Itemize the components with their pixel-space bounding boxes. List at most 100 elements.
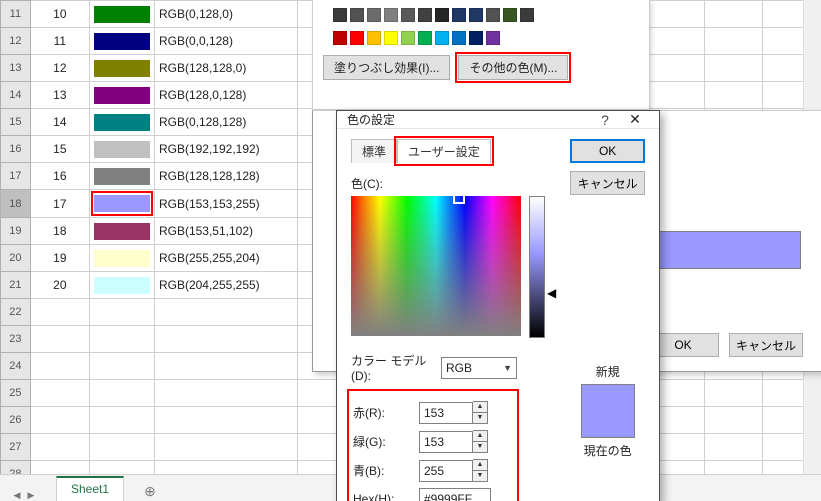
palette-swatch[interactable] (367, 8, 381, 22)
cell-swatch[interactable] (89, 1, 154, 28)
row-header[interactable]: 21 (1, 272, 31, 299)
chevron-left-icon[interactable]: ◀ (12, 490, 22, 501)
tab-standard[interactable]: 標準 (351, 139, 397, 163)
cell-num[interactable] (30, 299, 89, 326)
palette-swatch[interactable] (486, 31, 500, 45)
tab-scroll-buttons[interactable]: ◀ ▶ (0, 490, 44, 501)
cell-rgb-text[interactable] (154, 434, 297, 461)
luminance-slider[interactable] (529, 196, 545, 338)
cell-rgb-text[interactable] (154, 380, 297, 407)
palette-swatch[interactable] (401, 8, 415, 22)
cell-rgb-text[interactable]: RGB(153,51,102) (154, 218, 297, 245)
cell-rgb-text[interactable] (154, 326, 297, 353)
palette-swatch[interactable] (520, 8, 534, 22)
palette-swatch[interactable] (333, 8, 347, 22)
cell-empty[interactable] (704, 55, 762, 82)
cell-rgb-text[interactable]: RGB(153,153,255) (154, 190, 297, 218)
cell-rgb-text[interactable]: RGB(128,128,128) (154, 163, 297, 190)
cell-empty[interactable] (704, 380, 762, 407)
cell-rgb-text[interactable]: RGB(128,0,128) (154, 82, 297, 109)
cell-num[interactable]: 18 (30, 218, 89, 245)
cell-empty[interactable] (704, 407, 762, 434)
palette-swatch[interactable] (452, 8, 466, 22)
row-header[interactable]: 17 (1, 163, 31, 190)
cell-num[interactable]: 12 (30, 55, 89, 82)
green-spinner[interactable]: ▲▼ (473, 430, 488, 453)
dialog-titlebar[interactable]: 色の設定 ? ✕ (337, 111, 659, 129)
cell-swatch[interactable] (89, 136, 154, 163)
cell-swatch[interactable] (89, 299, 154, 326)
cell-num[interactable]: 10 (30, 1, 89, 28)
cell-num[interactable]: 19 (30, 245, 89, 272)
cell-num[interactable] (30, 380, 89, 407)
cell-empty[interactable] (646, 55, 704, 82)
palette-swatch[interactable] (486, 8, 500, 22)
red-input[interactable]: 153 (419, 402, 473, 424)
picker-crosshair-icon[interactable] (453, 192, 465, 204)
cell-num[interactable] (30, 407, 89, 434)
row-header[interactable]: 13 (1, 55, 31, 82)
cell-swatch[interactable] (89, 163, 154, 190)
cell-rgb-text[interactable]: RGB(204,255,255) (154, 272, 297, 299)
cell-num[interactable]: 11 (30, 28, 89, 55)
palette-swatch[interactable] (418, 31, 432, 45)
cell-num[interactable] (30, 353, 89, 380)
cell-rgb-text[interactable]: RGB(0,128,0) (154, 1, 297, 28)
outer-cancel-button[interactable]: キャンセル (729, 333, 803, 357)
blue-input[interactable]: 255 (419, 460, 473, 482)
cell-num[interactable] (30, 434, 89, 461)
palette-swatch[interactable] (418, 8, 432, 22)
cell-rgb-text[interactable] (154, 407, 297, 434)
cell-swatch[interactable] (89, 82, 154, 109)
row-header[interactable]: 15 (1, 109, 31, 136)
row-header[interactable]: 19 (1, 218, 31, 245)
cell-empty[interactable] (704, 434, 762, 461)
close-button[interactable]: ✕ (619, 111, 651, 128)
palette-swatch[interactable] (333, 31, 347, 45)
blue-stepper[interactable]: 255 ▲▼ (419, 459, 497, 482)
row-header[interactable]: 20 (1, 245, 31, 272)
cell-swatch[interactable] (89, 190, 154, 218)
row-header[interactable]: 23 (1, 326, 31, 353)
tab-custom[interactable]: ユーザー設定 (397, 139, 491, 163)
cell-empty[interactable] (646, 82, 704, 109)
palette-swatch[interactable] (469, 31, 483, 45)
red-stepper[interactable]: 153 ▲▼ (419, 401, 497, 424)
hue-sat-picker[interactable] (351, 196, 521, 336)
cell-num[interactable]: 13 (30, 82, 89, 109)
cell-swatch[interactable] (89, 326, 154, 353)
cell-num[interactable]: 20 (30, 272, 89, 299)
cell-empty[interactable] (704, 82, 762, 109)
cell-empty[interactable] (646, 1, 704, 28)
color-model-combo[interactable]: RGB ▼ (441, 357, 517, 379)
row-header[interactable]: 14 (1, 82, 31, 109)
more-colors-button[interactable]: その他の色(M)... (458, 55, 568, 80)
palette-swatch[interactable] (435, 31, 449, 45)
cancel-button[interactable]: キャンセル (570, 171, 645, 195)
cell-num[interactable]: 15 (30, 136, 89, 163)
row-header[interactable]: 16 (1, 136, 31, 163)
cell-empty[interactable] (704, 1, 762, 28)
cell-rgb-text[interactable]: RGB(0,0,128) (154, 28, 297, 55)
cell-empty[interactable] (646, 28, 704, 55)
red-spinner[interactable]: ▲▼ (473, 401, 488, 424)
row-header[interactable]: 24 (1, 353, 31, 380)
add-sheet-button[interactable]: ⊕ (138, 481, 162, 501)
hex-input[interactable]: #9999FF (419, 488, 491, 501)
cell-num[interactable]: 17 (30, 190, 89, 218)
green-input[interactable]: 153 (419, 431, 473, 453)
row-header[interactable]: 27 (1, 434, 31, 461)
palette-swatch[interactable] (435, 8, 449, 22)
row-header[interactable]: 26 (1, 407, 31, 434)
palette-swatch[interactable] (350, 31, 364, 45)
palette-swatch[interactable] (401, 31, 415, 45)
palette-swatch[interactable] (367, 31, 381, 45)
palette-swatch[interactable] (384, 31, 398, 45)
row-header[interactable]: 12 (1, 28, 31, 55)
help-button[interactable]: ? (591, 112, 619, 128)
cell-swatch[interactable] (89, 434, 154, 461)
green-stepper[interactable]: 153 ▲▼ (419, 430, 497, 453)
cell-num[interactable]: 16 (30, 163, 89, 190)
blue-spinner[interactable]: ▲▼ (473, 459, 488, 482)
palette-swatch[interactable] (469, 8, 483, 22)
